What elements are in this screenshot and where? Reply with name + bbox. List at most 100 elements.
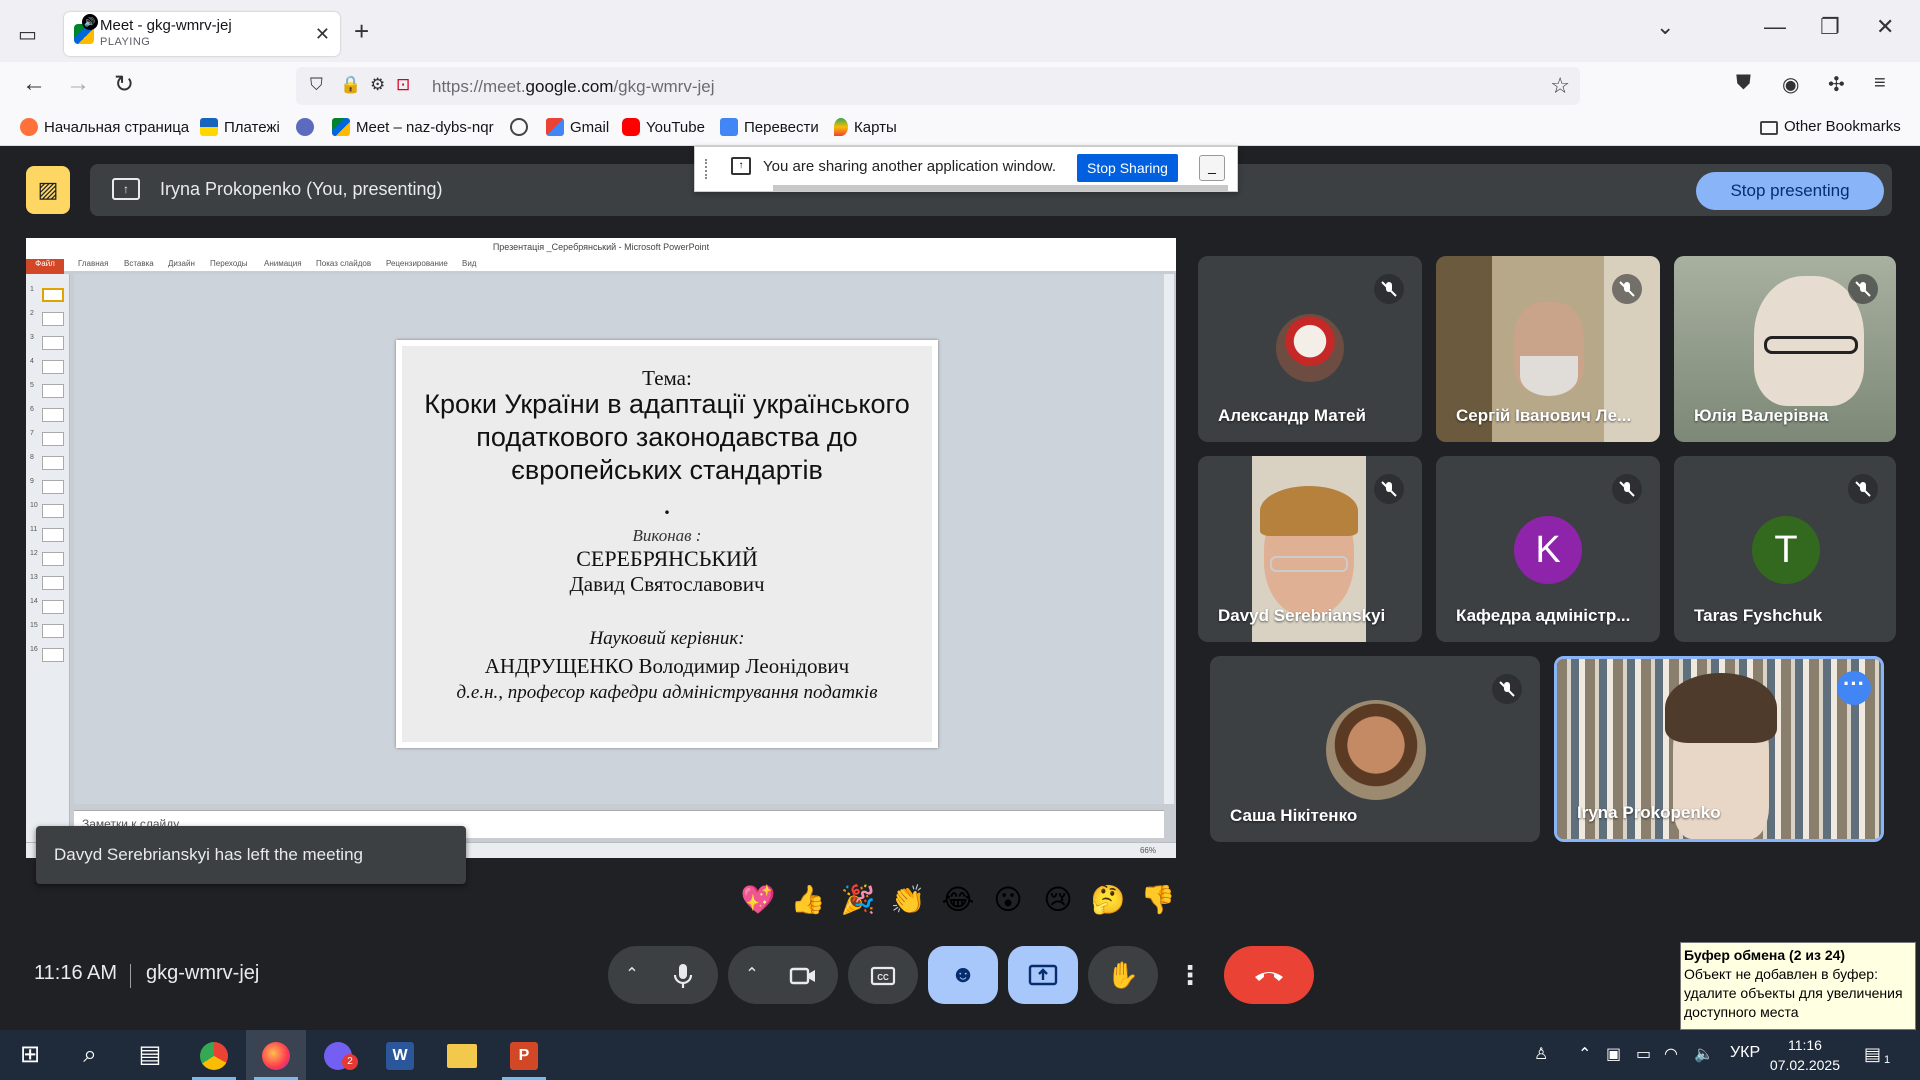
participant-tile[interactable]: T Taras Fyshchuk: [1674, 456, 1896, 642]
reaction-party[interactable]: 🎉: [836, 880, 880, 920]
more-options-vertical-icon[interactable]: ⋮: [1160, 946, 1220, 1004]
list-all-tabs-icon[interactable]: ⌄: [1656, 14, 1674, 40]
participant-tile[interactable]: Сергій Іванович Ле...: [1436, 256, 1660, 442]
screen-share-indicator-icon[interactable]: ⊡: [396, 75, 410, 95]
camera-icon[interactable]: [774, 946, 832, 1004]
volume-icon[interactable]: 🔈: [1694, 1044, 1714, 1064]
minimize-banner-button[interactable]: _: [1199, 155, 1225, 181]
slide-thumbnail[interactable]: 9: [30, 478, 68, 496]
reaction-heart[interactable]: 💖: [736, 880, 780, 920]
participant-tile-self[interactable]: ··· Iryna Prokopenko: [1554, 656, 1884, 842]
ppt-menu-slideshow[interactable]: Показ слайдов: [316, 259, 371, 268]
notifications-icon[interactable]: ▤: [1864, 1044, 1881, 1065]
audio-options-chevron-icon[interactable]: ⌃: [612, 946, 652, 1004]
close-tab-icon[interactable]: ✕: [315, 24, 330, 45]
microphone-icon[interactable]: [654, 946, 712, 1004]
windows-start-icon[interactable]: ⊞: [0, 1030, 60, 1080]
bookmark-payments[interactable]: Платежі: [200, 118, 280, 136]
ppt-menu-review[interactable]: Рецензирование: [386, 259, 448, 268]
participant-tile[interactable]: Davyd Serebrianskyi: [1198, 456, 1422, 642]
minimize-window-icon[interactable]: —: [1764, 14, 1786, 40]
reaction-thumbs-down[interactable]: 👎: [1136, 880, 1180, 920]
slide-thumbnail[interactable]: 2: [30, 310, 68, 328]
drag-handle-icon[interactable]: [705, 159, 709, 179]
slide-thumbnail[interactable]: 15: [30, 622, 68, 640]
back-icon[interactable]: ←: [18, 70, 50, 98]
menu-icon[interactable]: ≡: [1874, 72, 1886, 95]
ppt-menu-design[interactable]: Дизайн: [168, 259, 195, 268]
search-icon[interactable]: ⌕: [60, 1030, 120, 1080]
stop-presenting-button[interactable]: Stop presenting: [1696, 172, 1884, 210]
video-options-chevron-icon[interactable]: ⌃: [732, 946, 772, 1004]
browser-tab-meet[interactable]: 🔊 Meet - gkg-wmrv-jej PLAYING ✕: [64, 12, 340, 56]
tab-list-icon[interactable]: ▭: [18, 22, 42, 46]
pocket-icon[interactable]: ⛊: [1736, 72, 1751, 95]
bookmark-home[interactable]: Начальная страница: [20, 118, 189, 136]
slide-thumbnail[interactable]: 8: [30, 454, 68, 472]
slide-thumbnail[interactable]: 6: [30, 406, 68, 424]
teams-tray-icon[interactable]: ▣: [1606, 1044, 1621, 1064]
slide-thumbnail[interactable]: 16: [30, 646, 68, 664]
close-window-icon[interactable]: ✕: [1876, 14, 1894, 40]
account-icon[interactable]: ◉: [1782, 72, 1799, 97]
bookmark-meet[interactable]: Meet – naz-dybs-nqr: [332, 118, 494, 136]
ppt-vertical-scrollbar[interactable]: [1164, 274, 1174, 804]
bookmark-translate[interactable]: Перевести: [720, 118, 819, 136]
new-tab-icon[interactable]: +: [354, 16, 369, 47]
audio-playing-icon[interactable]: 🔊: [82, 14, 98, 30]
bookmark-maps[interactable]: Карты: [834, 118, 897, 136]
extensions-icon[interactable]: ✣: [1828, 72, 1845, 97]
participant-tile[interactable]: Юлія Валерівна: [1674, 256, 1896, 442]
emoji-reactions-button[interactable]: ☻: [928, 946, 998, 1004]
slide-thumbnail[interactable]: 3: [30, 334, 68, 352]
bookmark-globe[interactable]: [510, 118, 534, 136]
more-options-icon[interactable]: ···: [1837, 671, 1871, 705]
firefox-taskbar-icon[interactable]: [246, 1030, 306, 1080]
ppt-menu-home[interactable]: Главная: [78, 259, 108, 268]
explorer-taskbar-icon[interactable]: [432, 1030, 492, 1080]
system-clock[interactable]: 11:16 07.02.2025: [1770, 1035, 1840, 1075]
shield-icon[interactable]: ⛉: [310, 75, 323, 95]
powerpoint-taskbar-icon[interactable]: P: [494, 1030, 554, 1080]
slide-thumbnail[interactable]: 10: [30, 502, 68, 520]
task-view-icon[interactable]: ▤: [120, 1030, 180, 1080]
ppt-menu-view[interactable]: Вид: [462, 259, 476, 268]
restore-window-icon[interactable]: ❐: [1820, 14, 1840, 40]
reaction-thumbs-up[interactable]: 👍: [786, 880, 830, 920]
stop-sharing-button[interactable]: Stop Sharing: [1077, 154, 1178, 182]
raise-hand-button[interactable]: ✋: [1088, 946, 1158, 1004]
reaction-clap[interactable]: 👏: [886, 880, 930, 920]
reaction-thinking[interactable]: 🤔: [1086, 880, 1130, 920]
viber-taskbar-icon[interactable]: 2: [308, 1030, 368, 1080]
url-bar[interactable]: ⛉ 🔒 ⚙ ⊡ https://meet.google.com/gkg-wmrv…: [296, 67, 1580, 105]
present-screen-button[interactable]: [1008, 946, 1078, 1004]
reaction-sad[interactable]: 😢: [1036, 880, 1080, 920]
slide-thumbnail[interactable]: 7: [30, 430, 68, 448]
bookmark-unnamed[interactable]: [296, 118, 320, 136]
slide-thumbnail[interactable]: 11: [30, 526, 68, 544]
slide-thumbnail[interactable]: 4: [30, 358, 68, 376]
other-bookmarks[interactable]: Other Bookmarks: [1760, 118, 1901, 135]
slide-thumbnail[interactable]: 1: [30, 286, 68, 304]
reaction-surprised[interactable]: 😮: [986, 880, 1030, 920]
reload-icon[interactable]: ↻: [108, 70, 140, 99]
participant-tile[interactable]: Саша Нікітенко: [1210, 656, 1540, 842]
word-taskbar-icon[interactable]: W: [370, 1030, 430, 1080]
captions-button[interactable]: CC: [848, 946, 918, 1004]
reaction-laugh[interactable]: 😂: [936, 880, 980, 920]
clipboard-notification[interactable]: Буфер обмена (2 из 24) Объект не добавле…: [1680, 942, 1916, 1030]
ppt-menu-transitions[interactable]: Переходы: [210, 259, 248, 268]
slide-thumbnail[interactable]: 13: [30, 574, 68, 592]
lock-icon[interactable]: 🔒: [340, 75, 361, 95]
battery-icon[interactable]: ▭: [1636, 1044, 1651, 1064]
show-hidden-icons-icon[interactable]: ⌃: [1578, 1044, 1591, 1064]
chrome-taskbar-icon[interactable]: [184, 1030, 244, 1080]
leave-call-button[interactable]: [1224, 946, 1314, 1004]
ppt-zoom-level[interactable]: 66%: [1140, 846, 1156, 855]
permissions-icon[interactable]: ⚙: [370, 75, 385, 95]
slide-thumbnail[interactable]: 12: [30, 550, 68, 568]
forward-icon[interactable]: →: [62, 70, 94, 98]
ppt-menu-file[interactable]: Файл: [26, 259, 64, 275]
ppt-menu-insert[interactable]: Вставка: [124, 259, 154, 268]
wifi-icon[interactable]: ◠: [1664, 1044, 1678, 1064]
